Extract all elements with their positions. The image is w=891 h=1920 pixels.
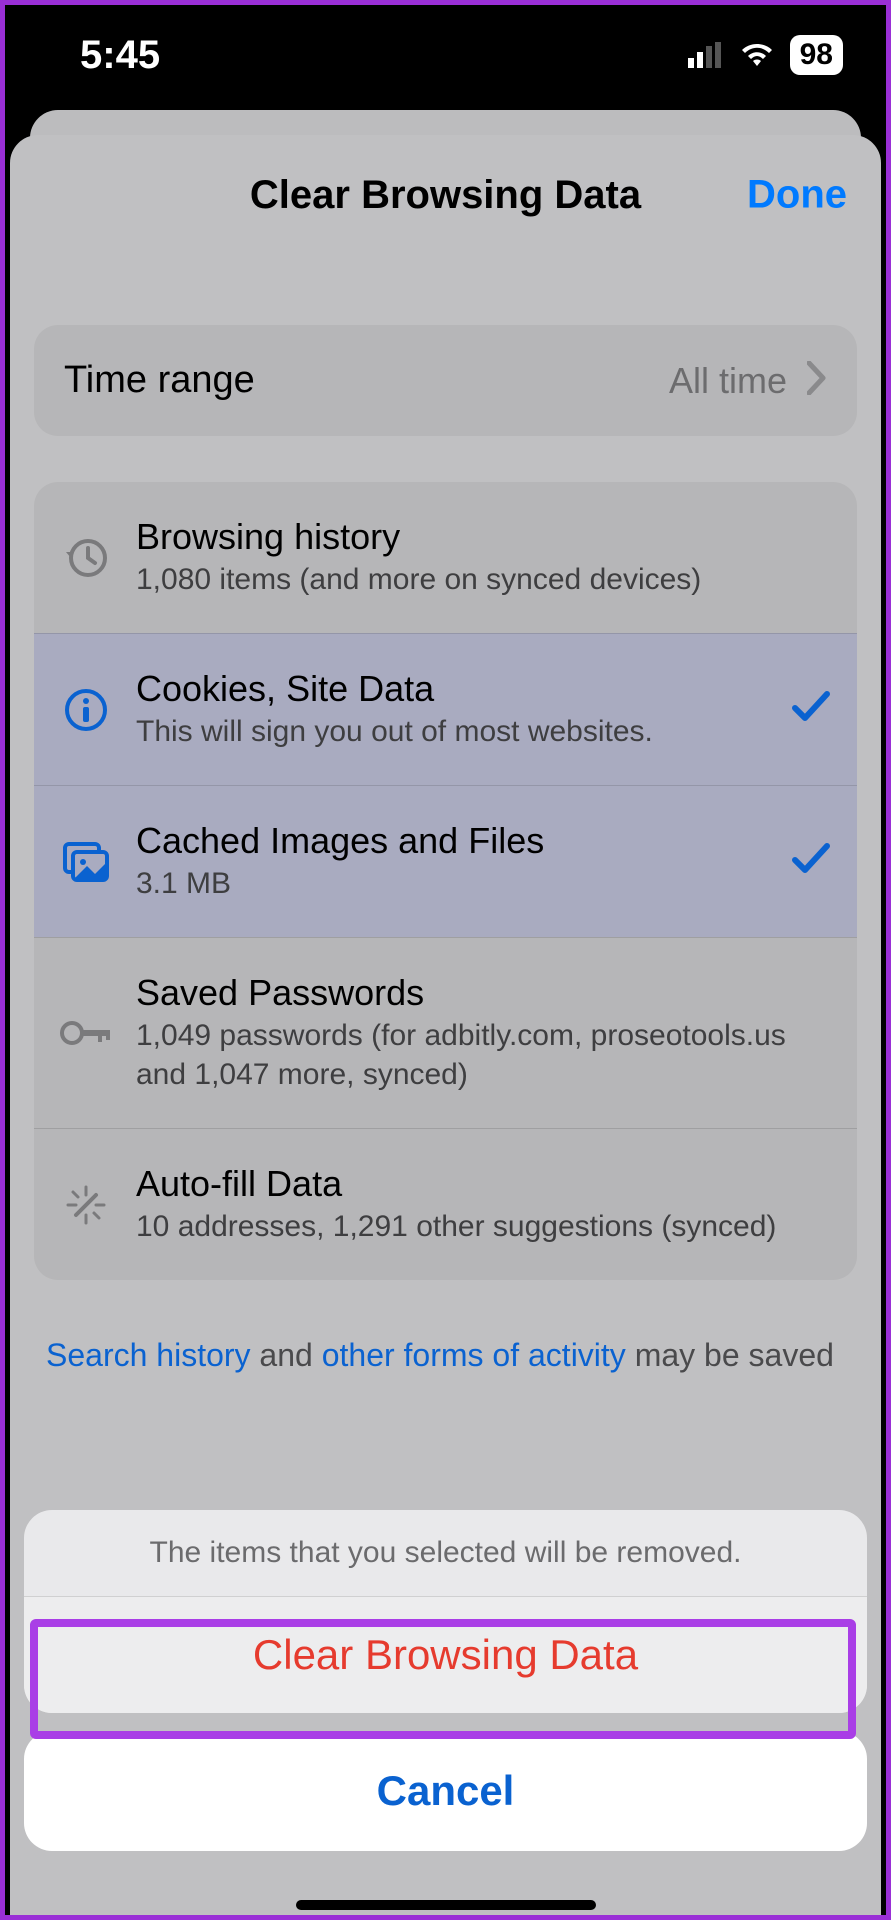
search-history-link[interactable]: Search history — [46, 1337, 251, 1373]
row-title: Cached Images and Files — [136, 820, 767, 862]
row-title: Browsing history — [136, 516, 831, 558]
row-subtitle: 1,049 passwords (for adbitly.com, proseo… — [136, 1016, 831, 1094]
row-subtitle: 1,080 items (and more on synced devices) — [136, 560, 831, 599]
row-subtitle: 3.1 MB — [136, 864, 767, 903]
status-time: 5:45 — [80, 33, 160, 78]
row-subtitle: This will sign you out of most websites. — [136, 712, 767, 751]
row-title: Saved Passwords — [136, 972, 831, 1014]
cellular-icon — [688, 33, 724, 78]
done-button[interactable]: Done — [747, 173, 847, 218]
checkmark-icon — [791, 690, 831, 729]
footer-mid: and — [251, 1337, 322, 1373]
checkmark-icon — [791, 842, 831, 881]
action-sheet-group: The items that you selected will be remo… — [24, 1510, 867, 1713]
action-sheet-message: The items that you selected will be remo… — [24, 1510, 867, 1596]
row-browsing-history[interactable]: Browsing history 1,080 items (and more o… — [34, 482, 857, 633]
history-icon — [60, 534, 112, 582]
time-range-group: Time range All time — [34, 325, 857, 436]
time-range-label: Time range — [64, 359, 255, 402]
clear-browsing-data-button[interactable]: Clear Browsing Data — [24, 1596, 867, 1713]
row-passwords[interactable]: Saved Passwords 1,049 passwords (for adb… — [34, 937, 857, 1128]
images-icon — [60, 840, 112, 884]
row-autofill[interactable]: Auto-fill Data 10 addresses, 1,291 other… — [34, 1128, 857, 1280]
battery-badge: 98 — [790, 35, 843, 75]
info-icon — [60, 688, 112, 732]
time-range-row[interactable]: Time range All time — [34, 325, 857, 436]
cancel-button[interactable]: Cancel — [24, 1731, 867, 1851]
home-indicator — [296, 1900, 596, 1910]
cancel-group: Cancel — [24, 1731, 867, 1851]
time-range-value: All time — [669, 360, 787, 402]
footer-note: Search history and other forms of activi… — [46, 1334, 845, 1377]
key-icon — [60, 1017, 112, 1049]
footer-rest: may be saved — [626, 1337, 834, 1373]
row-title: Auto-fill Data — [136, 1163, 831, 1205]
status-bar: 5:45 98 — [0, 0, 891, 110]
sheet-header: Clear Browsing Data Done — [10, 135, 881, 255]
data-type-group: Browsing history 1,080 items (and more o… — [34, 482, 857, 1280]
action-sheet: The items that you selected will be remo… — [10, 1510, 881, 1920]
row-title: Cookies, Site Data — [136, 668, 767, 710]
row-cached[interactable]: Cached Images and Files 3.1 MB — [34, 785, 857, 937]
page-title: Clear Browsing Data — [250, 173, 641, 218]
row-cookies[interactable]: Cookies, Site Data This will sign you ou… — [34, 633, 857, 785]
wand-icon — [60, 1181, 112, 1229]
other-activity-link[interactable]: other forms of activity — [322, 1337, 626, 1373]
wifi-icon — [738, 33, 776, 78]
status-right: 98 — [688, 33, 843, 78]
chevron-right-icon — [807, 361, 827, 400]
row-subtitle: 10 addresses, 1,291 other suggestions (s… — [136, 1207, 831, 1246]
